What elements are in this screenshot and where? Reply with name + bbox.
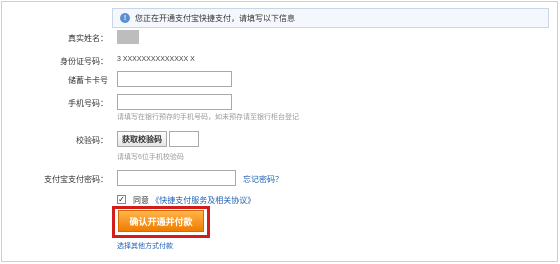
id-number-label: 身份证号码： — [60, 57, 108, 66]
real-name-value — [117, 30, 139, 44]
info-icon: ! — [120, 13, 130, 23]
verify-code-hint: 请填写6位手机校验码 — [117, 154, 184, 161]
card-number-input[interactable] — [117, 71, 232, 87]
phone-input[interactable] — [117, 94, 232, 110]
notice-banner: ! 您正在开通支付宝快捷支付，请填写以下信息 — [112, 8, 549, 28]
pay-password-input[interactable] — [117, 170, 236, 186]
get-code-button[interactable]: 获取校验码 — [117, 131, 167, 147]
id-number-value: 3 XXXXXXXXXXXXXX X — [117, 56, 195, 63]
pay-password-label: 支付宝支付密码： — [44, 175, 108, 184]
phone-label: 手机号码： — [68, 99, 108, 108]
agree-checkbox[interactable]: ✓ — [117, 195, 126, 204]
other-payment-link[interactable]: 选择其他方式付款 — [117, 241, 173, 251]
confirm-pay-button[interactable]: 确认开通并付款 — [118, 210, 204, 232]
card-number-label: 储蓄卡卡号 — [68, 76, 108, 85]
phone-hint: 请填写在银行预存的手机号码，如未预存请至银行柜台登记 — [117, 114, 299, 121]
verify-code-label: 校验码： — [76, 136, 108, 145]
real-name-label: 真实姓名： — [68, 34, 108, 43]
verify-code-input[interactable] — [169, 131, 199, 147]
agree-line: 同意 《快捷支付服务及相关协议》 — [133, 195, 255, 206]
agreement-link[interactable]: 《快捷支付服务及相关协议》 — [151, 196, 255, 205]
forgot-password-link[interactable]: 忘记密码？ — [243, 174, 283, 185]
notice-text: 您正在开通支付宝快捷支付，请填写以下信息 — [135, 13, 295, 23]
agree-text: 同意 — [133, 196, 149, 205]
